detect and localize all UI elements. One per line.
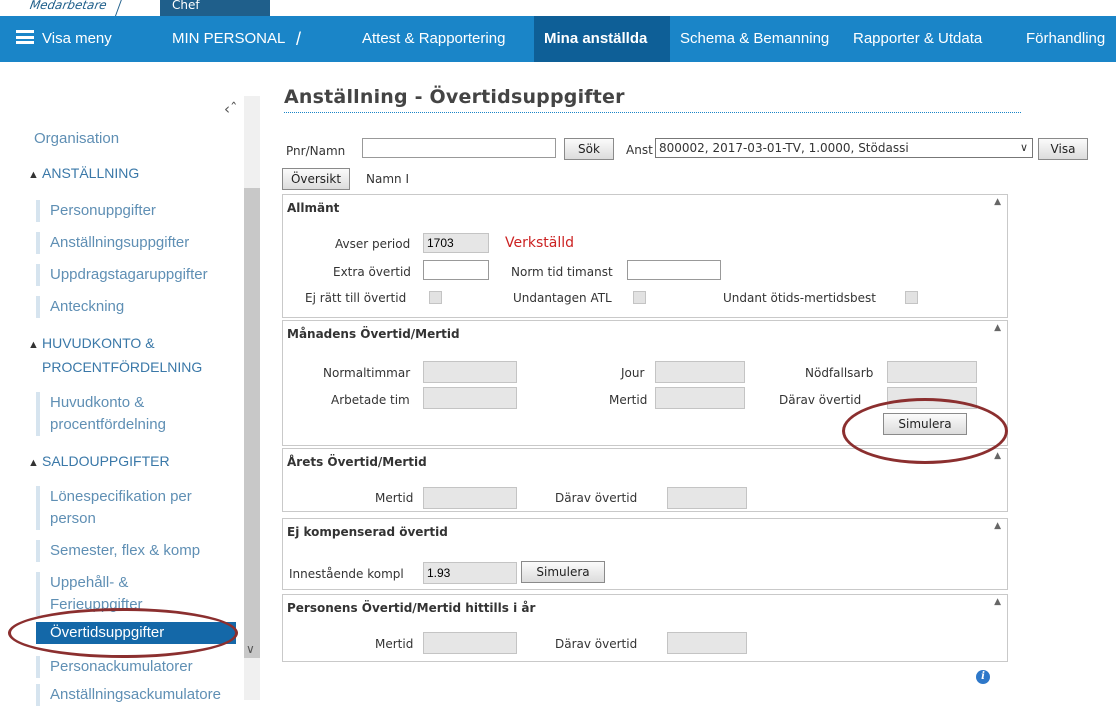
- undantagen-atl-label: Undantagen ATL: [513, 291, 612, 305]
- overview-button[interactable]: Översikt: [282, 168, 350, 190]
- panel-ej-kompenserad-title: Ej kompenserad övertid: [287, 525, 448, 539]
- norm-tid-label: Norm tid timanst: [511, 265, 613, 279]
- innestaende-field: [423, 562, 517, 584]
- title-divider: [284, 112, 1021, 113]
- collapse-panel-icon[interactable]: ▲: [994, 197, 1001, 207]
- avser-period-field: [423, 233, 489, 253]
- nav-separator: /: [296, 29, 302, 49]
- sidebar-item-personuppgifter[interactable]: Personuppgifter: [36, 200, 156, 222]
- personens-mertid-field: [423, 632, 517, 654]
- sidebar-item-anteckning[interactable]: Anteckning: [36, 296, 124, 318]
- top-navbar: Visa meny MIN PERSONAL / Attest & Rappor…: [0, 16, 1116, 62]
- hamburger-icon: [16, 30, 34, 45]
- panel-personens: Personens Övertid/Mertid hittills i år ▲…: [282, 594, 1008, 662]
- collapse-panel-icon[interactable]: ▲: [994, 597, 1001, 607]
- ej-ratt-checkbox[interactable]: [429, 291, 442, 304]
- sidebar-item-huvudkonto[interactable]: Huvudkonto & procentfördelning: [36, 392, 166, 436]
- undant-otids-label: Undant ötids-mertidsbest: [723, 291, 876, 305]
- role-tab-chef[interactable]: Chef: [160, 0, 270, 16]
- anst-label: Anst: [626, 143, 653, 157]
- sidebar-section-huvudkonto[interactable]: ▲ HUVUDKONTO &: [28, 332, 155, 356]
- show-button[interactable]: Visa: [1038, 138, 1088, 160]
- arets-mertid-field: [423, 487, 517, 509]
- role-tab-medarbetare[interactable]: Medarbetare: [13, 0, 124, 16]
- scroll-down-icon[interactable]: ∨: [246, 642, 255, 656]
- main-content: Anställning - Övertidsuppgifter Pnr/Namn…: [270, 62, 1116, 700]
- sidebar-item-anstallningsuppgifter[interactable]: Anställningsuppgifter: [36, 232, 189, 254]
- sidebar-item-organisation[interactable]: Organisation: [34, 128, 119, 150]
- sidebar-item-semester[interactable]: Semester, flex & komp: [36, 540, 200, 562]
- sidebar-item-personackumulatorer[interactable]: Personackumulatorer: [36, 656, 193, 678]
- nodfallsarb-field: [887, 361, 977, 383]
- chevron-up-icon: ▲: [28, 169, 39, 181]
- arets-mertid-label: Mertid: [375, 491, 414, 505]
- chevron-up-icon: ▲: [28, 457, 39, 469]
- collapse-panel-icon[interactable]: ▲: [994, 451, 1001, 461]
- nav-schema-bemanning[interactable]: Schema & Bemanning: [680, 16, 829, 62]
- show-menu-button[interactable]: Visa meny: [16, 16, 112, 62]
- role-tabs: Medarbetare Chef: [0, 0, 1116, 16]
- panel-allmant: Allmänt ▲ Avser period Verkställd Extra …: [282, 194, 1008, 318]
- page-title: Anställning - Övertidsuppgifter: [284, 86, 625, 108]
- sidebar-section-saldouppgifter[interactable]: ▲ SALDOUPPGIFTER: [28, 450, 170, 474]
- app-title: MIN PERSONAL: [172, 30, 286, 47]
- darav-overtid-label: Därav övertid: [779, 393, 862, 407]
- panel-ej-kompenserad: Ej kompenserad övertid ▲ Innestående kom…: [282, 518, 1008, 590]
- jour-field: [655, 361, 745, 383]
- norm-tid-input[interactable]: [627, 260, 721, 280]
- panel-allmant-title: Allmänt: [287, 201, 340, 215]
- collapse-panel-icon[interactable]: ▲: [994, 323, 1001, 333]
- status-text: Verkställd: [505, 235, 574, 251]
- undantagen-atl-checkbox[interactable]: [633, 291, 646, 304]
- extra-overtid-label: Extra övertid: [333, 265, 411, 279]
- arbetade-tim-field: [423, 387, 517, 409]
- search-button[interactable]: Sök: [564, 138, 614, 160]
- panel-personens-title: Personens Övertid/Mertid hittills i år: [287, 601, 536, 615]
- pnr-input[interactable]: [362, 138, 556, 158]
- avser-period-label: Avser period: [335, 237, 411, 251]
- sidebar-item-anstallningsackumulatorer[interactable]: Anställningsackumulatore: [36, 684, 221, 706]
- arets-darav-overtid-label: Därav övertid: [555, 491, 638, 505]
- nav-mina-anstallda[interactable]: Mina anställda: [534, 16, 670, 62]
- pnr-label: Pnr/Namn: [286, 144, 346, 158]
- panel-manadens-title: Månadens Övertid/Mertid: [287, 327, 460, 341]
- sidebar-item-uppdragstagaruppgifter[interactable]: Uppdragstagaruppgifter: [36, 264, 208, 286]
- innestaende-label: Innestående kompl: [289, 567, 404, 581]
- personens-darav-overtid-label: Därav övertid: [555, 637, 638, 651]
- nav-forhandling[interactable]: Förhandling: [1026, 16, 1105, 62]
- sidebar-section-anstallning[interactable]: ▲ ANSTÄLLNING: [28, 162, 139, 186]
- chevron-down-icon: ∨: [1019, 141, 1028, 154]
- highlight-annotation: [8, 608, 238, 658]
- personens-mertid-label: Mertid: [375, 637, 414, 651]
- extra-overtid-input[interactable]: [423, 260, 489, 280]
- collapse-panel-icon[interactable]: ▲: [994, 521, 1001, 531]
- sidebar-scrollbar-thumb[interactable]: [244, 188, 260, 658]
- info-icon[interactable]: i: [976, 670, 990, 684]
- jour-label: Jour: [621, 366, 645, 380]
- simulate-button-2[interactable]: Simulera: [521, 561, 605, 583]
- sidebar: ‹ˆ ∨ Organisation ▲ ANSTÄLLNING Personupp…: [0, 62, 260, 706]
- nav-attest-rapportering[interactable]: Attest & Rapportering: [362, 16, 505, 62]
- mertid-field: [655, 387, 745, 409]
- chevron-up-icon: ▲: [28, 339, 39, 351]
- undant-otids-checkbox[interactable]: [905, 291, 918, 304]
- name-label: Namn I: [366, 172, 409, 186]
- mertid-label: Mertid: [609, 393, 648, 407]
- anst-select[interactable]: 800002, 2017-03-01-TV, 1.0000, Stödassi ∨: [655, 138, 1033, 158]
- sidebar-section-huvudkonto-line2[interactable]: PROCENTFÖRDELNING: [42, 356, 202, 378]
- ej-ratt-label: Ej rätt till övertid: [305, 291, 407, 305]
- personens-darav-overtid-field: [667, 632, 747, 654]
- nodfallsarb-label: Nödfallsarb: [805, 366, 874, 380]
- arbetade-tim-label: Arbetade tim: [331, 393, 410, 407]
- highlight-annotation-simulate: [842, 398, 1008, 464]
- sidebar-item-lonespecifikation[interactable]: Lönespecifikation per person: [36, 486, 192, 530]
- normaltimmar-field: [423, 361, 517, 383]
- nav-rapporter-utdata[interactable]: Rapporter & Utdata: [853, 16, 982, 62]
- panel-arets-title: Årets Övertid/Mertid: [287, 455, 427, 469]
- arets-darav-overtid-field: [667, 487, 747, 509]
- normaltimmar-label: Normaltimmar: [323, 366, 411, 380]
- collapse-sidebar-icon[interactable]: ‹ˆ: [224, 100, 238, 118]
